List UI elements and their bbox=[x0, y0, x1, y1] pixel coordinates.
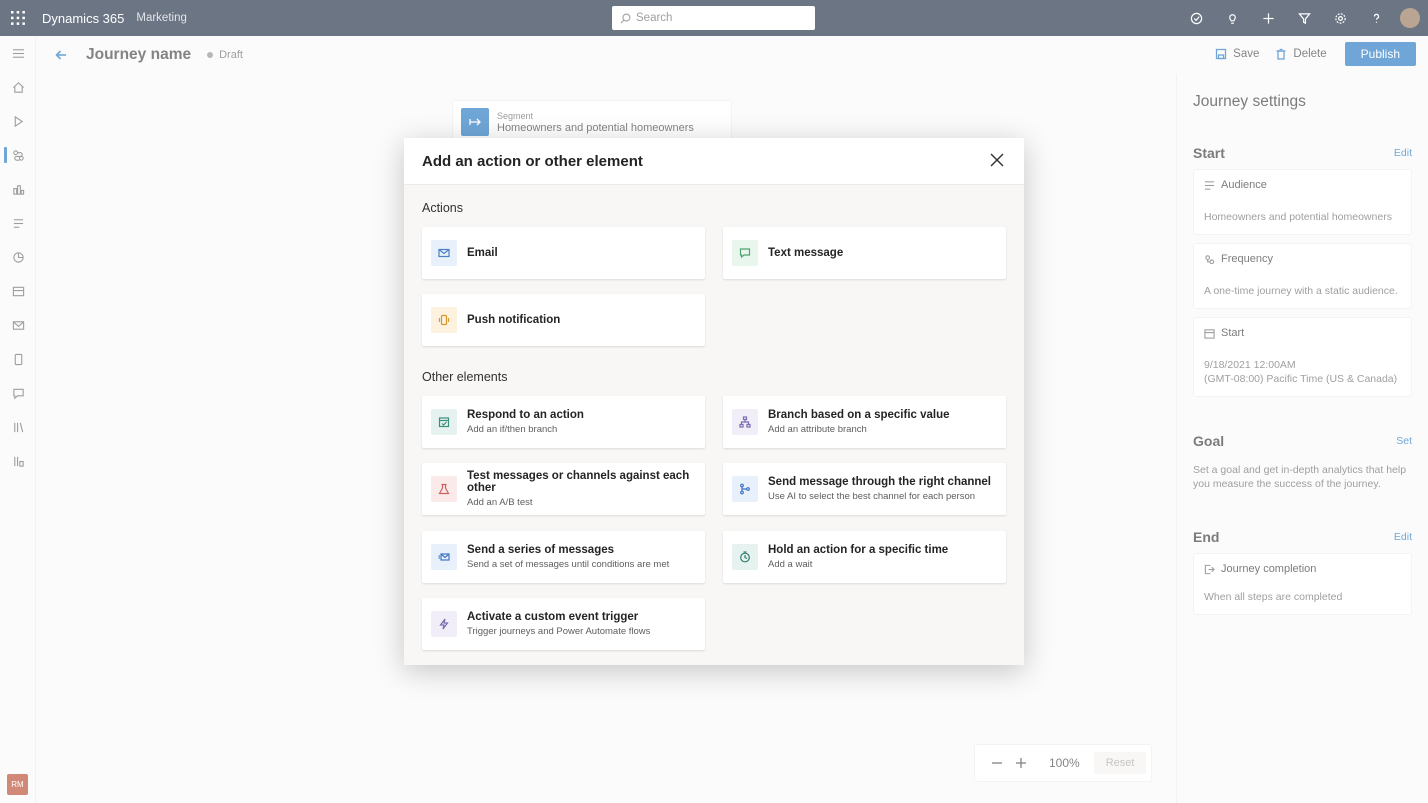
flask-icon bbox=[431, 476, 457, 502]
chat-icon bbox=[732, 240, 758, 266]
tile-title: Push notification bbox=[467, 314, 561, 326]
tile-subtitle: Add an attribute branch bbox=[768, 424, 867, 435]
tile-subtitle: Add a wait bbox=[768, 559, 813, 570]
tile-title: Text message bbox=[768, 247, 844, 259]
tile-subtitle: Send a set of messages until conditions … bbox=[467, 559, 670, 570]
message-series-icon bbox=[431, 544, 457, 570]
tile-title: Email bbox=[467, 247, 498, 259]
hierarchy-icon bbox=[732, 409, 758, 435]
email-tile[interactable]: Email bbox=[422, 227, 705, 279]
tile-title: Hold an action for a specific time bbox=[768, 544, 949, 556]
phone-vibrate-icon bbox=[431, 307, 457, 333]
timer-icon bbox=[732, 544, 758, 570]
text-message-tile[interactable]: Text message bbox=[723, 227, 1006, 279]
dialog-title: Add an action or other element bbox=[422, 152, 643, 170]
tile-title: Activate a custom event trigger bbox=[467, 611, 639, 623]
channel-branch-icon bbox=[732, 476, 758, 502]
other-elements-heading: Other elements bbox=[422, 370, 508, 384]
tile-subtitle: Add an if/then branch bbox=[467, 424, 558, 435]
tile-title: Branch based on a specific value bbox=[768, 409, 950, 421]
right-channel-tile[interactable]: Send message through the right channel Us… bbox=[723, 463, 1006, 515]
respond-to-action-tile[interactable]: Respond to an action Add an if/then branc… bbox=[422, 396, 705, 448]
lightning-icon bbox=[431, 611, 457, 637]
attribute-branch-tile[interactable]: Branch based on a specific value Add an a… bbox=[723, 396, 1006, 448]
tile-title: Send a series of messages bbox=[467, 544, 615, 556]
tile-title: Respond to an action bbox=[467, 409, 584, 421]
actions-heading: Actions bbox=[422, 201, 463, 215]
close-icon bbox=[990, 153, 1004, 167]
close-button[interactable] bbox=[990, 153, 1006, 169]
ab-test-tile[interactable]: Test messages or channels against each o… bbox=[422, 463, 705, 515]
tile-subtitle: Add an A/B test bbox=[467, 497, 533, 508]
tile-title: Test messages or channels against each o… bbox=[467, 470, 690, 494]
email-icon bbox=[431, 240, 457, 266]
wait-tile[interactable]: Hold an action for a specific time Add a … bbox=[723, 531, 1006, 583]
calendar-check-icon bbox=[431, 409, 457, 435]
tile-subtitle: Trigger journeys and Power Automate flow… bbox=[467, 626, 651, 637]
tile-title: Send message through the right channel bbox=[768, 476, 992, 488]
series-of-messages-tile[interactable]: Send a series of messages Send a set of m… bbox=[422, 531, 705, 583]
tile-subtitle: Use AI to select the best channel for ea… bbox=[768, 491, 976, 502]
push-notification-tile[interactable]: Push notification bbox=[422, 294, 705, 346]
custom-event-trigger-tile[interactable]: Activate a custom event trigger Trigger j… bbox=[422, 598, 705, 650]
add-element-dialog: Add an action or other element Actions E… bbox=[404, 138, 1024, 665]
